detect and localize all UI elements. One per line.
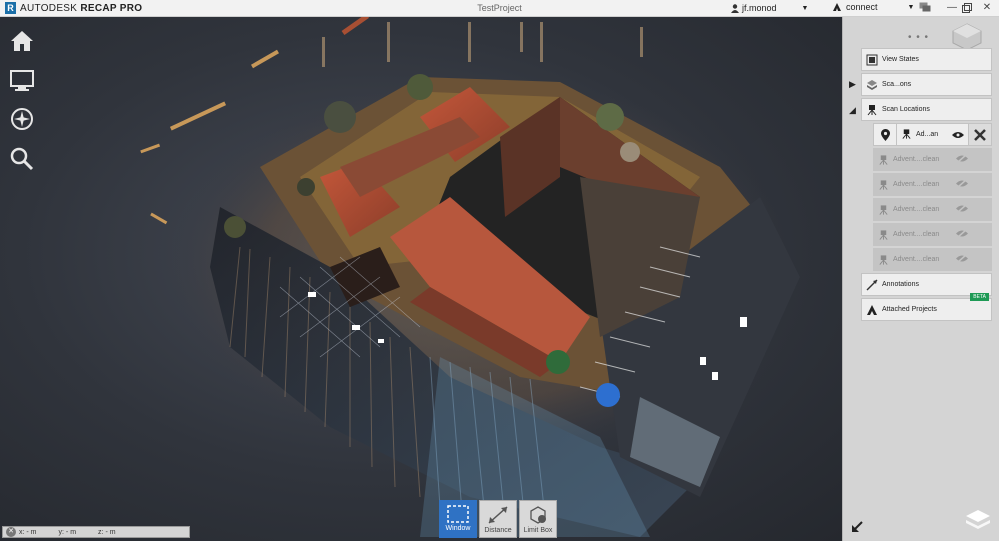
distance-label: Distance (484, 527, 512, 534)
close-icon[interactable]: ✕ (980, 2, 994, 13)
compass-icon (11, 108, 33, 130)
coord-y-value: - m (65, 528, 77, 536)
search-icon (10, 147, 34, 171)
scanner-icon (877, 254, 889, 266)
annotations-label: Annotations (882, 281, 919, 288)
scan-location-label: Advent....clean (893, 256, 940, 263)
connect-menu[interactable]: connect ▼ (832, 2, 914, 12)
eye-hidden-icon[interactable] (956, 229, 968, 238)
scan-location-item[interactable]: Advent....clean (873, 148, 992, 171)
scanner-icon (901, 128, 912, 142)
beta-badge: BETA (970, 293, 989, 301)
coord-x-label: x: (19, 528, 25, 536)
connect-label: connect (846, 2, 878, 12)
scan-locations-label: Scan Locations (882, 106, 930, 113)
app-logo: R AUTODESK RECAP PRO (5, 2, 142, 14)
scanner-icon (877, 154, 889, 166)
scan-location-label: Advent....clean (893, 181, 940, 188)
coordinate-readout: ✕ x: - m y: - m z: - m (2, 526, 190, 538)
scanner-icon (877, 179, 889, 191)
monitor-icon (10, 70, 34, 91)
eye-hidden-icon[interactable] (956, 154, 968, 163)
user-menu[interactable]: jf.monod ▼ (731, 3, 808, 13)
expand-arrow-icon[interactable]: ▶ (849, 79, 856, 90)
distance-button[interactable]: Distance (479, 500, 517, 538)
distance-icon (488, 506, 508, 524)
recap-logo-icon: R (5, 2, 16, 14)
view-states-item[interactable]: View States (861, 48, 992, 71)
display-settings-button[interactable] (8, 67, 36, 95)
search-button[interactable] (8, 145, 36, 173)
window-select-icon (447, 505, 469, 523)
user-name: jf.monod (742, 3, 777, 13)
scanner-icon (865, 103, 879, 117)
coord-x-value: - m (26, 528, 37, 536)
window-label: Window (445, 525, 471, 532)
coord-z-label: z: (98, 528, 104, 536)
home-button[interactable] (8, 27, 36, 55)
scan-location-item[interactable]: Advent....clean (873, 173, 992, 196)
view-states-label: View States (882, 56, 919, 63)
minimize-icon[interactable]: — (945, 2, 959, 13)
collapse-panel-icon[interactable] (851, 521, 863, 533)
limit-box-label: Limit Box (523, 527, 553, 534)
annotation-icon (865, 278, 879, 292)
scanner-icon (877, 204, 889, 216)
attached-projects-label: Attached Projects (882, 306, 937, 313)
view-states-icon (865, 53, 879, 67)
eye-hidden-icon[interactable] (956, 254, 968, 263)
remove-icon[interactable] (968, 124, 991, 145)
connect-icon (833, 3, 841, 11)
eye-hidden-icon[interactable] (956, 179, 968, 188)
brand-product: RECAP PRO (80, 2, 143, 14)
close-icon[interactable]: ✕ (6, 527, 16, 537)
scan-location-item[interactable]: Advent....clean (873, 223, 992, 246)
limit-box-button[interactable]: Limit Box (519, 500, 557, 538)
panel-drag-handle[interactable]: • • • (908, 32, 929, 43)
chevron-down-icon: ▼ (801, 4, 809, 12)
collapse-arrow-icon[interactable]: ◢ (849, 105, 856, 116)
scan-location-active[interactable]: Ad...an (873, 123, 992, 146)
home-icon (11, 31, 33, 51)
window-select-button[interactable]: Window (439, 500, 477, 538)
scans-icon (865, 78, 879, 92)
scan-location-item[interactable]: Advent....clean (873, 198, 992, 221)
attached-projects-icon (865, 303, 879, 317)
navigation-button[interactable] (8, 105, 36, 133)
chevron-down-icon: ▼ (907, 3, 915, 11)
active-location-label: Ad...an (916, 131, 939, 138)
coord-z-value: - m (105, 528, 116, 536)
limit-box-icon (530, 506, 546, 524)
coord-y-label: y: (58, 528, 64, 536)
scan-location-label: Advent....clean (893, 156, 940, 163)
scan-location-item[interactable]: Advent....clean (873, 248, 992, 271)
location-pin-icon[interactable] (874, 123, 897, 146)
brand-prefix: AUTODESK (20, 2, 78, 14)
scan-location-label: Advent....clean (893, 206, 940, 213)
title-bar: R AUTODESK RECAP PRO TestProject jf.mono… (0, 0, 999, 17)
scans-item[interactable]: Sca...ons (861, 73, 992, 96)
chat-icon[interactable] (918, 2, 932, 13)
scanner-icon (877, 229, 889, 241)
point-cloud-render (140, 17, 800, 537)
restore-icon[interactable] (960, 3, 974, 13)
scans-label: Sca...ons (882, 81, 912, 88)
scan-locations-item[interactable]: Scan Locations (861, 98, 992, 121)
attached-projects-item[interactable]: Attached Projects BETA (861, 293, 992, 321)
bottom-toolbar: Window Distance Limit Box (439, 500, 557, 538)
project-panel: • • • View States ▶ Sca...ons ◢ Scan Loc… (842, 17, 999, 541)
scan-location-label: Advent....clean (893, 231, 940, 238)
eye-hidden-icon[interactable] (956, 204, 968, 213)
eye-icon[interactable] (952, 131, 964, 139)
user-icon (731, 3, 739, 13)
layers-icon[interactable] (965, 509, 991, 531)
app-brand: AUTODESK RECAP PRO (20, 3, 142, 14)
point-cloud-viewport[interactable]: ✕ x: - m y: - m z: - m Window Distance L… (0, 17, 842, 541)
